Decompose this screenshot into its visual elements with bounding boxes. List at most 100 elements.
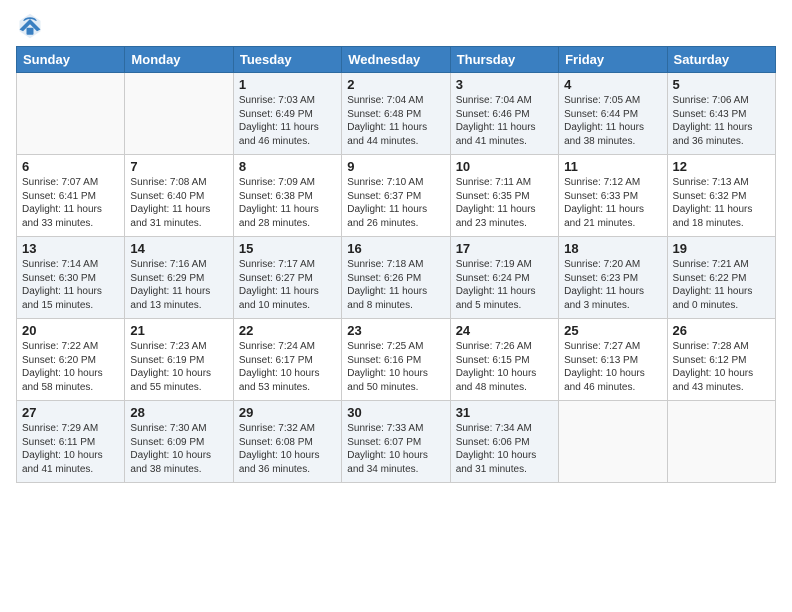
day-info: Sunrise: 7:27 AM Sunset: 6:13 PM Dayligh… bbox=[564, 340, 661, 394]
day-number: 20 bbox=[22, 323, 119, 338]
day-number: 10 bbox=[456, 159, 553, 174]
day-number: 27 bbox=[22, 405, 119, 420]
day-info: Sunrise: 7:04 AM Sunset: 6:46 PM Dayligh… bbox=[456, 94, 553, 148]
day-number: 16 bbox=[347, 241, 444, 256]
calendar-cell: 26 Sunrise: 7:28 AM Sunset: 6:12 PM Dayli… bbox=[667, 319, 775, 401]
calendar-week-row: 20 Sunrise: 7:22 AM Sunset: 6:20 PM Dayli… bbox=[17, 319, 776, 401]
calendar-cell: 11 Sunrise: 7:12 AM Sunset: 6:33 PM Dayli… bbox=[559, 155, 667, 237]
day-number: 24 bbox=[456, 323, 553, 338]
calendar-cell: 12 Sunrise: 7:13 AM Sunset: 6:32 PM Dayli… bbox=[667, 155, 775, 237]
logo bbox=[16, 12, 48, 40]
day-number: 8 bbox=[239, 159, 336, 174]
day-number: 21 bbox=[130, 323, 227, 338]
day-info: Sunrise: 7:20 AM Sunset: 6:23 PM Dayligh… bbox=[564, 258, 661, 312]
day-info: Sunrise: 7:07 AM Sunset: 6:41 PM Dayligh… bbox=[22, 176, 119, 230]
calendar-cell: 24 Sunrise: 7:26 AM Sunset: 6:15 PM Dayli… bbox=[450, 319, 558, 401]
day-info: Sunrise: 7:13 AM Sunset: 6:32 PM Dayligh… bbox=[673, 176, 770, 230]
day-number: 22 bbox=[239, 323, 336, 338]
day-info: Sunrise: 7:08 AM Sunset: 6:40 PM Dayligh… bbox=[130, 176, 227, 230]
calendar-cell: 10Sunrise: 7:11 AM Sunset: 6:35 PM Dayli… bbox=[450, 155, 558, 237]
calendar-cell: 25 Sunrise: 7:27 AM Sunset: 6:13 PM Dayli… bbox=[559, 319, 667, 401]
logo-icon bbox=[16, 12, 44, 40]
calendar-cell: 27Sunrise: 7:29 AM Sunset: 6:11 PM Dayli… bbox=[17, 401, 125, 483]
day-info: Sunrise: 7:33 AM Sunset: 6:07 PM Dayligh… bbox=[347, 422, 444, 476]
day-number: 1 bbox=[239, 77, 336, 92]
calendar-header-row: SundayMondayTuesdayWednesdayThursdayFrid… bbox=[17, 47, 776, 73]
day-number: 19 bbox=[673, 241, 770, 256]
calendar-cell: 5 Sunrise: 7:06 AM Sunset: 6:43 PM Daylig… bbox=[667, 73, 775, 155]
day-info: Sunrise: 7:09 AM Sunset: 6:38 PM Dayligh… bbox=[239, 176, 336, 230]
weekday-header: Saturday bbox=[667, 47, 775, 73]
calendar-week-row: 13Sunrise: 7:14 AM Sunset: 6:30 PM Dayli… bbox=[17, 237, 776, 319]
day-info: Sunrise: 7:05 AM Sunset: 6:44 PM Dayligh… bbox=[564, 94, 661, 148]
calendar-cell: 13Sunrise: 7:14 AM Sunset: 6:30 PM Dayli… bbox=[17, 237, 125, 319]
calendar-cell: 8 Sunrise: 7:09 AM Sunset: 6:38 PM Daylig… bbox=[233, 155, 341, 237]
day-info: Sunrise: 7:04 AM Sunset: 6:48 PM Dayligh… bbox=[347, 94, 444, 148]
weekday-header: Monday bbox=[125, 47, 233, 73]
day-info: Sunrise: 7:26 AM Sunset: 6:15 PM Dayligh… bbox=[456, 340, 553, 394]
day-number: 26 bbox=[673, 323, 770, 338]
calendar-cell: 31 Sunrise: 7:34 AM Sunset: 6:06 PM Dayli… bbox=[450, 401, 558, 483]
day-number: 4 bbox=[564, 77, 661, 92]
day-info: Sunrise: 7:23 AM Sunset: 6:19 PM Dayligh… bbox=[130, 340, 227, 394]
day-info: Sunrise: 7:16 AM Sunset: 6:29 PM Dayligh… bbox=[130, 258, 227, 312]
calendar-cell: 9 Sunrise: 7:10 AM Sunset: 6:37 PM Daylig… bbox=[342, 155, 450, 237]
day-info: Sunrise: 7:03 AM Sunset: 6:49 PM Dayligh… bbox=[239, 94, 336, 148]
day-number: 30 bbox=[347, 405, 444, 420]
day-number: 18 bbox=[564, 241, 661, 256]
calendar-cell: 4 Sunrise: 7:05 AM Sunset: 6:44 PM Daylig… bbox=[559, 73, 667, 155]
day-number: 5 bbox=[673, 77, 770, 92]
day-info: Sunrise: 7:10 AM Sunset: 6:37 PM Dayligh… bbox=[347, 176, 444, 230]
weekday-header: Sunday bbox=[17, 47, 125, 73]
day-number: 23 bbox=[347, 323, 444, 338]
header bbox=[16, 12, 776, 40]
calendar-cell bbox=[667, 401, 775, 483]
calendar-cell: 17Sunrise: 7:19 AM Sunset: 6:24 PM Dayli… bbox=[450, 237, 558, 319]
day-info: Sunrise: 7:06 AM Sunset: 6:43 PM Dayligh… bbox=[673, 94, 770, 148]
day-number: 28 bbox=[130, 405, 227, 420]
day-info: Sunrise: 7:28 AM Sunset: 6:12 PM Dayligh… bbox=[673, 340, 770, 394]
day-number: 15 bbox=[239, 241, 336, 256]
day-number: 6 bbox=[22, 159, 119, 174]
calendar-cell: 21 Sunrise: 7:23 AM Sunset: 6:19 PM Dayli… bbox=[125, 319, 233, 401]
calendar-week-row: 1 Sunrise: 7:03 AM Sunset: 6:49 PM Daylig… bbox=[17, 73, 776, 155]
day-info: Sunrise: 7:24 AM Sunset: 6:17 PM Dayligh… bbox=[239, 340, 336, 394]
calendar-cell bbox=[125, 73, 233, 155]
calendar-cell: 15 Sunrise: 7:17 AM Sunset: 6:27 PM Dayli… bbox=[233, 237, 341, 319]
day-info: Sunrise: 7:34 AM Sunset: 6:06 PM Dayligh… bbox=[456, 422, 553, 476]
day-info: Sunrise: 7:32 AM Sunset: 6:08 PM Dayligh… bbox=[239, 422, 336, 476]
calendar: SundayMondayTuesdayWednesdayThursdayFrid… bbox=[16, 46, 776, 483]
calendar-cell bbox=[559, 401, 667, 483]
day-info: Sunrise: 7:25 AM Sunset: 6:16 PM Dayligh… bbox=[347, 340, 444, 394]
calendar-cell: 20 Sunrise: 7:22 AM Sunset: 6:20 PM Dayli… bbox=[17, 319, 125, 401]
calendar-cell: 29 Sunrise: 7:32 AM Sunset: 6:08 PM Dayli… bbox=[233, 401, 341, 483]
calendar-cell bbox=[17, 73, 125, 155]
calendar-cell: 19 Sunrise: 7:21 AM Sunset: 6:22 PM Dayli… bbox=[667, 237, 775, 319]
day-info: Sunrise: 7:21 AM Sunset: 6:22 PM Dayligh… bbox=[673, 258, 770, 312]
day-info: Sunrise: 7:22 AM Sunset: 6:20 PM Dayligh… bbox=[22, 340, 119, 394]
weekday-header: Tuesday bbox=[233, 47, 341, 73]
day-info: Sunrise: 7:30 AM Sunset: 6:09 PM Dayligh… bbox=[130, 422, 227, 476]
calendar-cell: 3Sunrise: 7:04 AM Sunset: 6:46 PM Daylig… bbox=[450, 73, 558, 155]
day-number: 9 bbox=[347, 159, 444, 174]
day-info: Sunrise: 7:12 AM Sunset: 6:33 PM Dayligh… bbox=[564, 176, 661, 230]
day-number: 12 bbox=[673, 159, 770, 174]
day-number: 17 bbox=[456, 241, 553, 256]
calendar-cell: 22 Sunrise: 7:24 AM Sunset: 6:17 PM Dayli… bbox=[233, 319, 341, 401]
day-number: 25 bbox=[564, 323, 661, 338]
day-number: 2 bbox=[347, 77, 444, 92]
day-number: 31 bbox=[456, 405, 553, 420]
weekday-header: Thursday bbox=[450, 47, 558, 73]
calendar-cell: 30 Sunrise: 7:33 AM Sunset: 6:07 PM Dayli… bbox=[342, 401, 450, 483]
calendar-cell: 2 Sunrise: 7:04 AM Sunset: 6:48 PM Daylig… bbox=[342, 73, 450, 155]
calendar-week-row: 6 Sunrise: 7:07 AM Sunset: 6:41 PM Daylig… bbox=[17, 155, 776, 237]
calendar-cell: 16Sunrise: 7:18 AM Sunset: 6:26 PM Dayli… bbox=[342, 237, 450, 319]
day-number: 11 bbox=[564, 159, 661, 174]
calendar-cell: 6 Sunrise: 7:07 AM Sunset: 6:41 PM Daylig… bbox=[17, 155, 125, 237]
day-number: 7 bbox=[130, 159, 227, 174]
day-info: Sunrise: 7:17 AM Sunset: 6:27 PM Dayligh… bbox=[239, 258, 336, 312]
calendar-cell: 28 Sunrise: 7:30 AM Sunset: 6:09 PM Dayli… bbox=[125, 401, 233, 483]
day-number: 14 bbox=[130, 241, 227, 256]
calendar-cell: 18 Sunrise: 7:20 AM Sunset: 6:23 PM Dayli… bbox=[559, 237, 667, 319]
day-number: 29 bbox=[239, 405, 336, 420]
